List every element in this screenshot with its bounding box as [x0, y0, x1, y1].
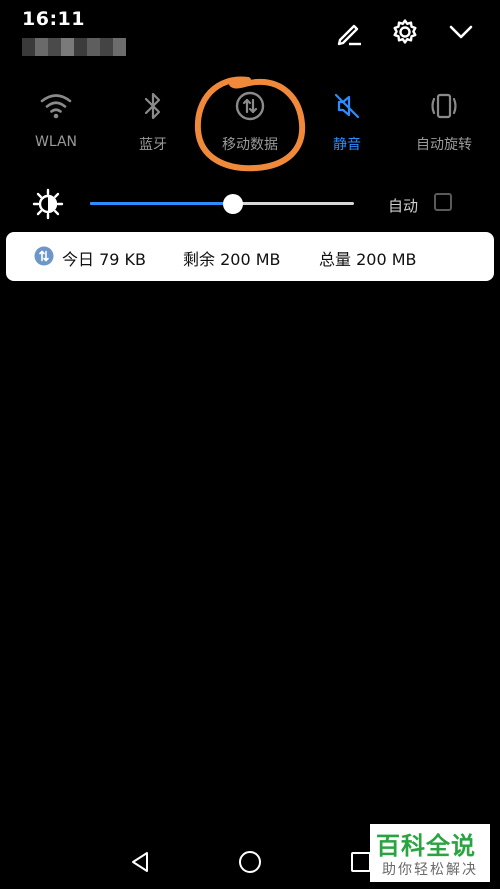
data-today: 今日 79 KB — [62, 250, 147, 269]
watermark-brand: 百科全说 — [376, 832, 476, 860]
toggle-bluetooth[interactable]: 蓝牙 — [103, 88, 203, 168]
watermark-tagline: 助你轻松解决 — [382, 862, 478, 878]
toggle-label: WLAN — [34, 134, 77, 150]
auto-rotate-icon — [426, 88, 462, 124]
toggle-wlan[interactable]: WLAN — [6, 88, 106, 168]
auto-brightness-checkbox[interactable] — [434, 193, 452, 211]
chevron-down-icon[interactable] — [445, 16, 477, 48]
toggle-label: 蓝牙 — [139, 137, 167, 153]
pencil-edit-icon[interactable] — [333, 16, 365, 48]
data-remaining: 剩余 200 MB — [183, 250, 281, 269]
toggle-mute[interactable]: 静音 — [297, 88, 397, 168]
mobile-data-icon — [34, 246, 54, 266]
toggle-label: 移动数据 — [222, 137, 278, 153]
mute-icon — [329, 88, 365, 124]
back-icon[interactable] — [126, 848, 154, 876]
bluetooth-icon — [135, 88, 171, 124]
data-usage-card[interactable]: 今日 79 KB 剩余 200 MB 总量 200 MB — [6, 232, 494, 281]
brightness-icon — [32, 188, 64, 220]
carrier-name-pixelated — [22, 38, 126, 56]
watermark-logo: 百科全说 助你轻松解决 — [370, 824, 490, 882]
auto-brightness-label: 自动 — [388, 197, 419, 215]
gear-icon[interactable] — [389, 16, 421, 48]
slider-thumb[interactable] — [223, 194, 243, 214]
slider-fill — [90, 202, 233, 205]
brightness-slider[interactable] — [90, 194, 354, 214]
toggle-label: 静音 — [333, 137, 361, 153]
status-time: 16:11 — [22, 8, 85, 30]
data-total: 总量 200 MB — [319, 250, 417, 269]
quick-settings-toggles: WLAN 蓝牙 移动数据 静音 自动旋转 — [0, 88, 500, 168]
wifi-icon — [38, 88, 74, 124]
toggle-auto-rotate[interactable]: 自动旋转 — [394, 88, 494, 168]
toggle-label: 自动旋转 — [416, 137, 472, 153]
mobile-data-icon — [232, 88, 268, 124]
home-icon[interactable] — [236, 848, 264, 876]
notification-shade: 16:11 WLAN 蓝牙 移动数据 静音 自动旋转 自动 今日 79 KB 剩… — [0, 0, 500, 889]
toggle-mobile-data[interactable]: 移动数据 — [200, 88, 300, 168]
